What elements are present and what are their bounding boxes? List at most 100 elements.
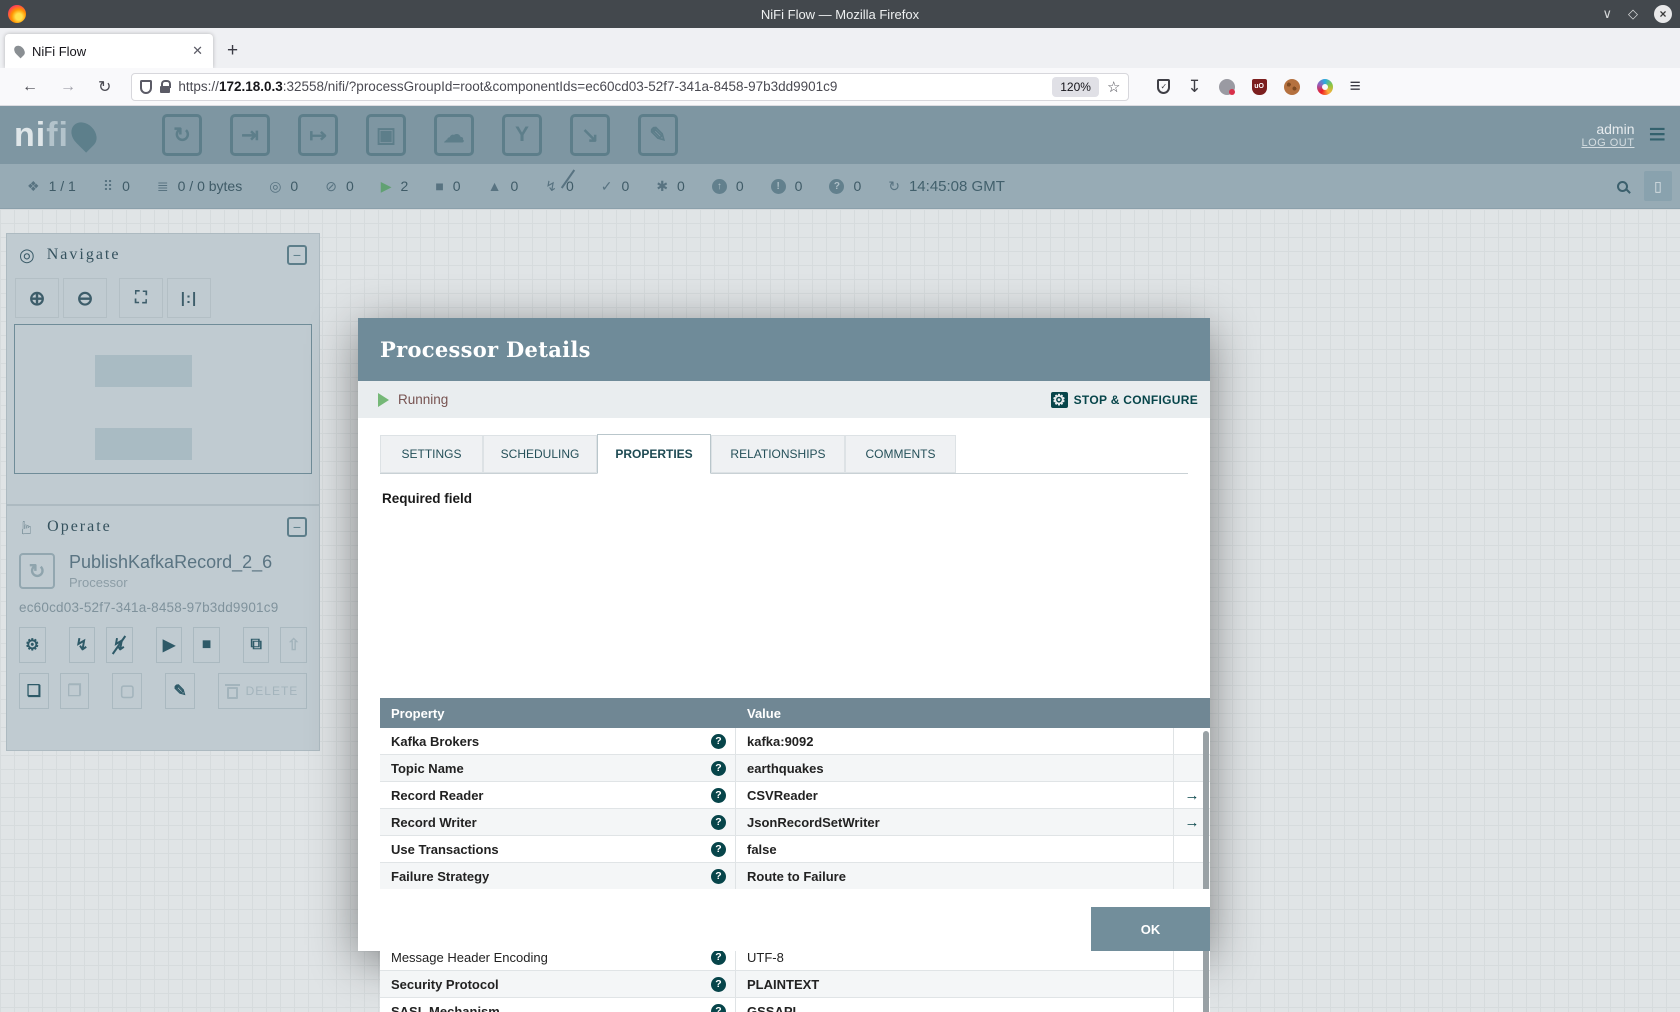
- firefox-logo-icon: [8, 5, 26, 23]
- forward-icon[interactable]: →: [60, 78, 76, 96]
- page-zoom-badge[interactable]: 120%: [1052, 76, 1099, 97]
- refresh-icon[interactable]: ↻: [888, 178, 900, 195]
- copy-button[interactable]: ❏: [19, 673, 49, 709]
- status-queued: ≣ 0 / 0 bytes: [156, 177, 243, 195]
- url-text[interactable]: https://172.18.0.3:32558/nifi/?processGr…: [178, 79, 1044, 94]
- tab-comments[interactable]: COMMENTS: [845, 435, 956, 473]
- status-running: ▶ 2: [380, 177, 409, 195]
- help-icon[interactable]: ?: [711, 814, 726, 830]
- tab-settings[interactable]: SETTINGS: [380, 435, 483, 473]
- window-maximize-button[interactable]: ◇: [1628, 6, 1638, 22]
- ublock-extension-icon[interactable]: uO: [1251, 78, 1267, 95]
- value-column-header: Value: [747, 705, 781, 721]
- shield-check-icon[interactable]: ✓: [1157, 79, 1171, 94]
- start-button[interactable]: ▶: [155, 627, 183, 663]
- zoom-in-button[interactable]: ⊕: [15, 278, 59, 318]
- birdseye-minimap[interactable]: [14, 324, 312, 474]
- enable-button[interactable]: ↯: [68, 627, 96, 663]
- bookmark-star-icon[interactable]: ☆: [1107, 78, 1120, 96]
- help-icon[interactable]: ?: [711, 1003, 726, 1012]
- zoom-out-button[interactable]: ⊖: [63, 278, 107, 318]
- browser-tab-bar: NiFi Flow ✕ +: [0, 28, 1680, 68]
- delete-button[interactable]: DELETE: [217, 673, 307, 709]
- help-icon[interactable]: ?: [711, 949, 726, 965]
- running-icon: ▶: [380, 177, 392, 194]
- component-toolbar: ↻ ⇥ ↦ ▣ ☁ Y ↘ ✎: [162, 114, 678, 156]
- mask-extension-icon[interactable]: [1218, 78, 1235, 95]
- window-title: NiFi Flow — Mozilla Firefox: [760, 6, 920, 22]
- remote-process-group-tool-icon[interactable]: ☁: [434, 114, 474, 156]
- help-icon[interactable]: ?: [711, 787, 726, 803]
- process-group-tool-icon[interactable]: ▣: [366, 114, 406, 156]
- invalid-warning-icon: ▲: [487, 178, 502, 194]
- dialog-tabs: SETTINGS SCHEDULING PROPERTIES RELATIONS…: [380, 434, 1188, 474]
- help-icon[interactable]: ?: [711, 841, 726, 857]
- configure-button[interactable]: ⚙: [19, 627, 46, 663]
- help-icon[interactable]: ?: [711, 976, 726, 992]
- reload-icon[interactable]: ↻: [98, 77, 111, 97]
- locally-modified-icon: ✱: [656, 177, 669, 194]
- disable-button[interactable]: ↯: [106, 627, 133, 663]
- tab-scheduling[interactable]: SCHEDULING: [483, 435, 597, 473]
- status-clustered-nodes: ❖ 1 / 1: [27, 177, 76, 195]
- table-row: Use Transactions? false: [380, 836, 1210, 863]
- label-tool-icon[interactable]: ✎: [638, 114, 678, 156]
- window-minimize-button[interactable]: ∨: [1602, 6, 1612, 22]
- minimap-component: [95, 428, 192, 460]
- operate-collapse-button[interactable]: −: [287, 517, 307, 537]
- threads-icon: ⠿: [102, 177, 114, 194]
- browser-menu-icon[interactable]: ≡: [1350, 76, 1361, 98]
- upload-template-button[interactable]: ⇧: [280, 627, 308, 663]
- downloads-icon[interactable]: ↧: [1187, 77, 1201, 97]
- processor-details-dialog: Processor Details Running ⚙ STOP & CONFI…: [358, 318, 1210, 1012]
- cookie-extension-icon[interactable]: [1283, 78, 1300, 95]
- search-icon[interactable]: [1617, 180, 1628, 192]
- status-transmitting: ◎ 0: [269, 177, 299, 195]
- save-template-button[interactable]: ⧉: [242, 627, 270, 663]
- tab-properties[interactable]: PROPERTIES: [597, 434, 711, 474]
- logout-link[interactable]: LOG OUT: [1581, 137, 1634, 149]
- tab-title: NiFi Flow: [32, 43, 87, 59]
- operate-panel-title: Operate: [47, 518, 112, 535]
- table-scrollbar[interactable]: [1203, 731, 1209, 1012]
- processor-tool-icon[interactable]: ↻: [162, 114, 202, 156]
- zoom-actual-size-button[interactable]: |:|: [167, 278, 211, 318]
- navigate-collapse-button[interactable]: −: [287, 245, 307, 265]
- status-not-transmitting: ⊘ 0: [325, 177, 354, 195]
- input-port-tool-icon[interactable]: ⇥: [230, 114, 270, 156]
- stop-configure-gear-icon: ⚙: [1050, 391, 1068, 409]
- new-tab-button[interactable]: +: [227, 34, 238, 68]
- fill-color-brush-button[interactable]: ✎: [165, 673, 195, 709]
- connection-lock-icon[interactable]: [160, 79, 172, 93]
- stop-and-configure-button[interactable]: ⚙ STOP & CONFIGURE: [1050, 391, 1198, 409]
- help-icon[interactable]: ?: [711, 760, 726, 776]
- group-button[interactable]: ▢: [112, 673, 143, 709]
- required-field-label: Required field: [382, 491, 473, 506]
- browser-navbar: ← → ↻ https://172.18.0.3:32558/nifi/?pro…: [0, 68, 1680, 106]
- back-icon[interactable]: ←: [22, 78, 38, 96]
- help-icon[interactable]: ?: [711, 733, 726, 749]
- tracking-protection-shield-icon[interactable]: [140, 79, 153, 94]
- panel-toggle-button[interactable]: ▯: [1644, 171, 1672, 201]
- go-to-service-arrow-icon[interactable]: →: [1185, 814, 1200, 831]
- ok-button[interactable]: OK: [1091, 907, 1210, 951]
- go-to-service-arrow-icon[interactable]: →: [1185, 787, 1200, 804]
- browser-tab[interactable]: NiFi Flow ✕: [5, 34, 213, 68]
- tab-close-icon[interactable]: ✕: [192, 43, 203, 59]
- global-menu-icon[interactable]: ≡: [1648, 120, 1666, 150]
- output-port-tool-icon[interactable]: ↦: [298, 114, 338, 156]
- help-icon[interactable]: ?: [711, 868, 726, 884]
- table-row: Topic Name? earthquakes: [380, 755, 1210, 782]
- template-tool-icon[interactable]: ↘: [570, 114, 610, 156]
- window-close-button[interactable]: ×: [1654, 5, 1672, 23]
- url-bar[interactable]: https://172.18.0.3:32558/nifi/?processGr…: [131, 72, 1130, 101]
- zoom-fit-button[interactable]: ⛶: [119, 278, 163, 318]
- paste-button[interactable]: ❐: [59, 673, 90, 709]
- stop-button[interactable]: ■: [193, 627, 220, 663]
- tab-relationships[interactable]: RELATIONSHIPS: [711, 435, 845, 473]
- disabled-lightning-icon: ↯: [545, 177, 557, 194]
- nifi-logo: ni fi: [14, 116, 136, 155]
- funnel-tool-icon[interactable]: Y: [502, 114, 542, 156]
- colorful-extension-icon[interactable]: [1316, 78, 1333, 95]
- minimap-component: [95, 355, 192, 387]
